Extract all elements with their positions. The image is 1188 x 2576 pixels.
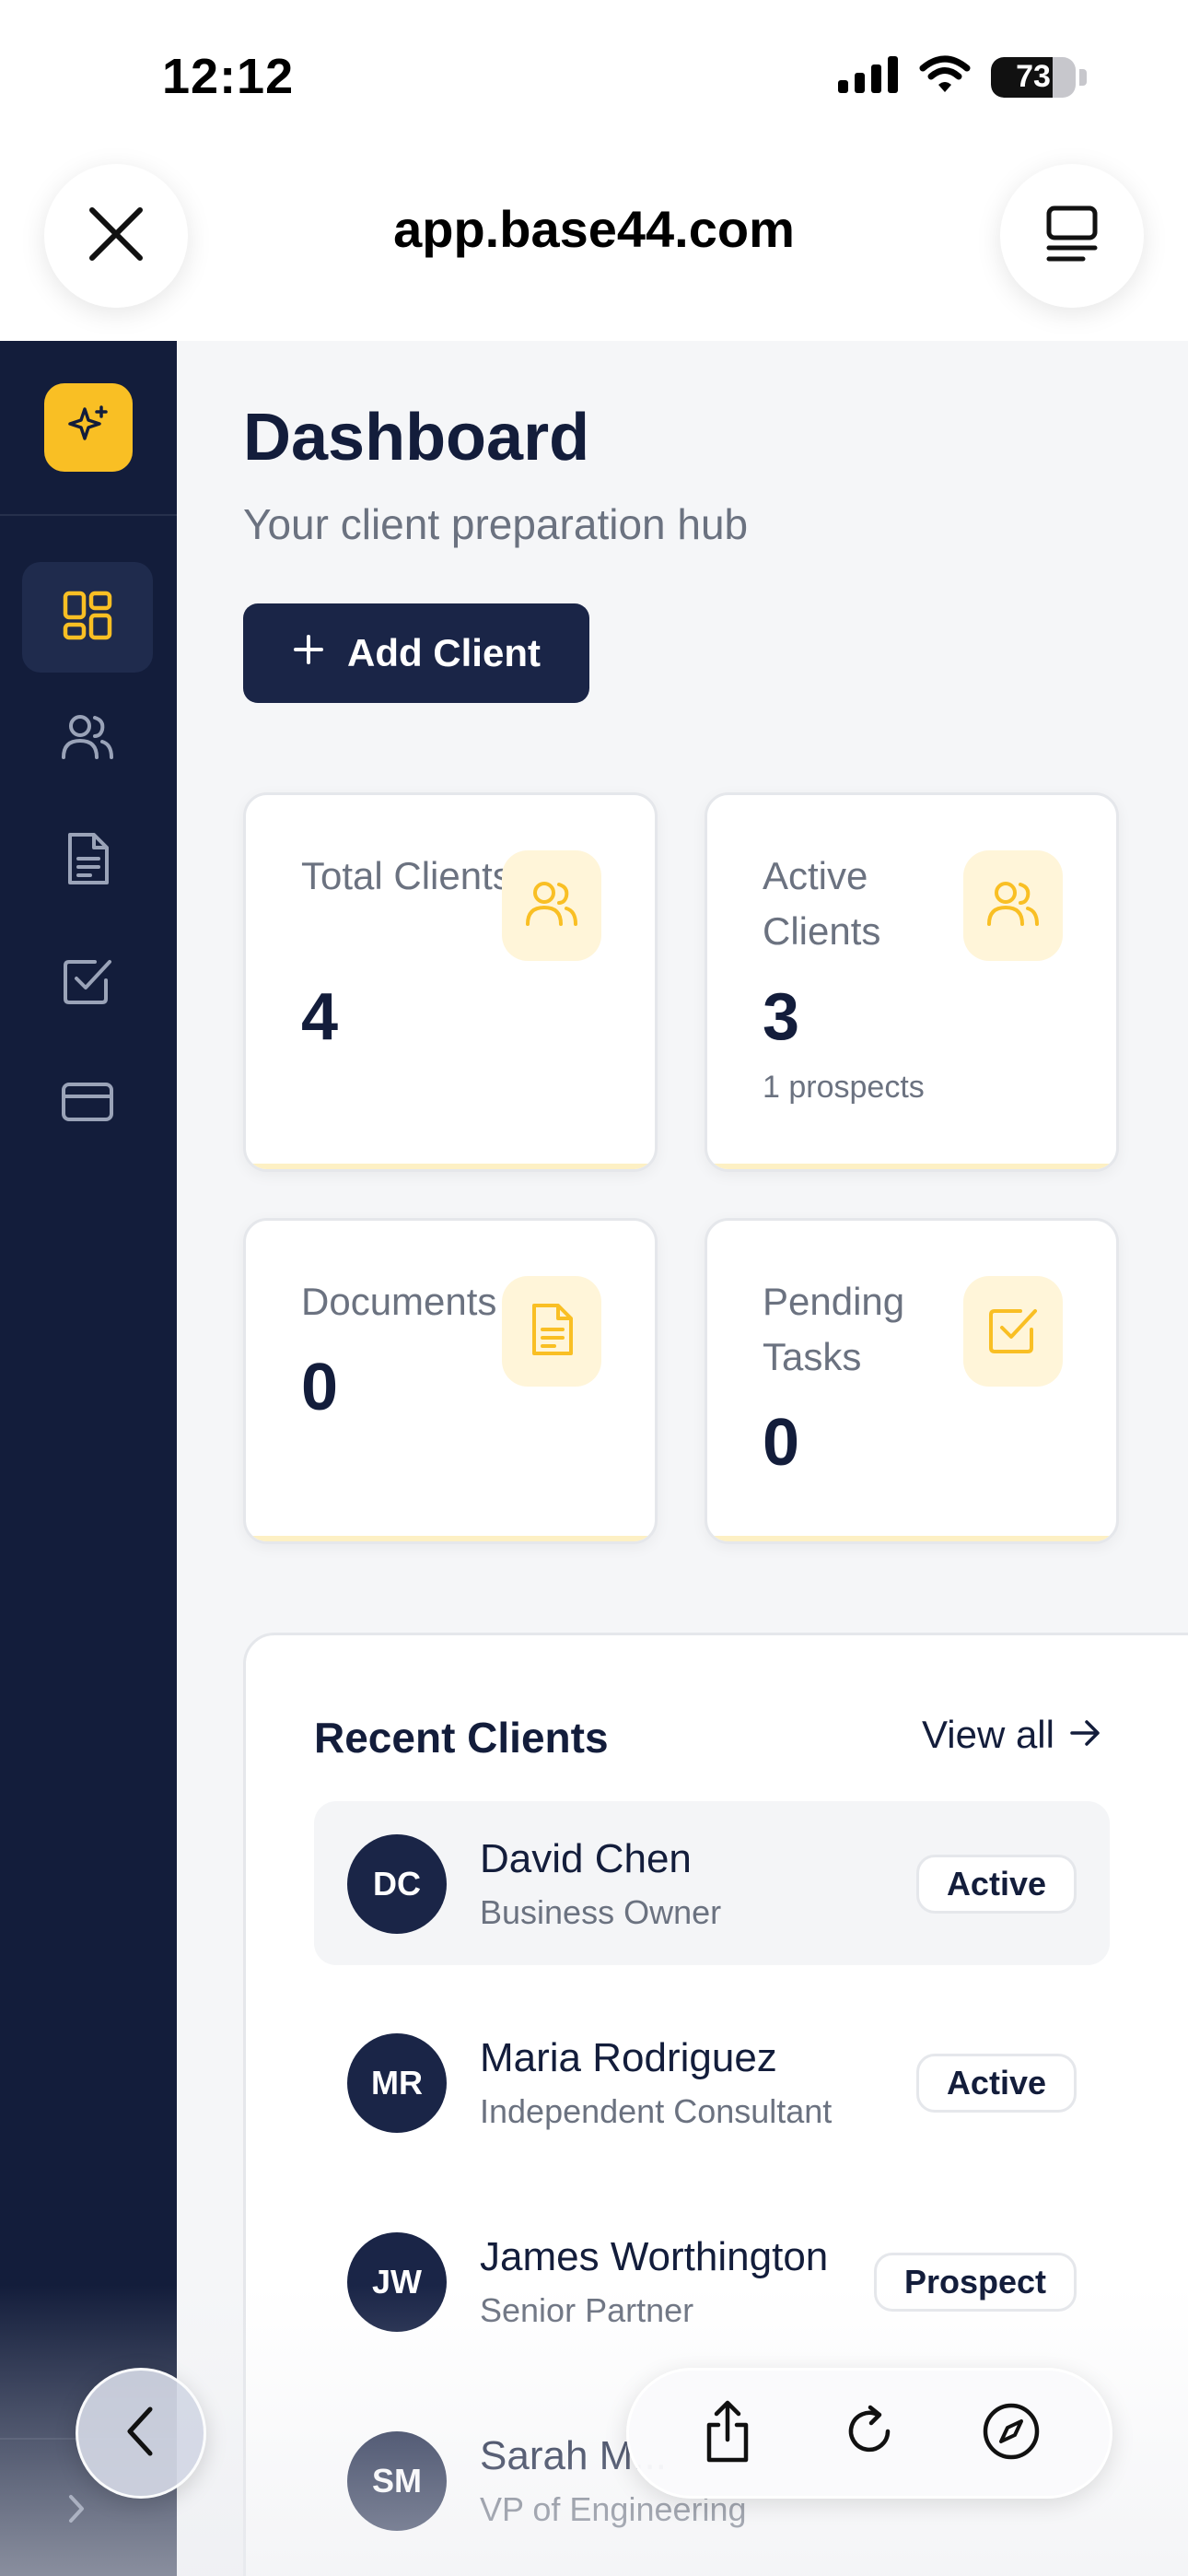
client-row[interactable]: MR Maria Rodriguez Independent Consultan… xyxy=(314,2000,1110,2164)
view-all-label: View all xyxy=(922,1713,1054,1756)
stat-icon-box xyxy=(502,850,601,961)
battery-icon: 73 xyxy=(991,56,1087,98)
app-logo[interactable] xyxy=(44,383,133,472)
status-badge: Active xyxy=(915,2054,1077,2113)
back-button[interactable] xyxy=(76,2368,206,2499)
sidebar-divider xyxy=(0,514,177,516)
page-title: Dashboard xyxy=(243,401,590,474)
stat-card-documents: Documents 0 xyxy=(243,1218,658,1544)
checkbox-icon xyxy=(987,1304,1039,1360)
stat-card-total-clients: Total Clients 4 xyxy=(243,792,658,1172)
stat-label: Documents xyxy=(301,1280,497,1323)
share-button[interactable] xyxy=(681,2387,774,2479)
users-icon xyxy=(60,711,115,767)
client-name: Maria Rodriguez xyxy=(480,2035,777,2080)
sidebar-item-billing[interactable] xyxy=(22,1048,153,1159)
page-subtitle: Your client preparation hub xyxy=(243,500,749,548)
sidebar xyxy=(0,341,177,2576)
avatar: JW xyxy=(347,2232,447,2332)
stat-icon-box xyxy=(502,1276,601,1387)
wifi-icon xyxy=(919,55,971,99)
browser-toolbar xyxy=(626,2368,1112,2499)
share-icon xyxy=(702,2399,753,2468)
stat-value: 0 xyxy=(301,1351,339,1424)
client-role: Business Owner xyxy=(480,1893,722,1931)
stat-value: 0 xyxy=(763,1406,800,1480)
users-icon xyxy=(985,878,1041,934)
users-icon xyxy=(524,878,579,934)
compass-button[interactable] xyxy=(965,2387,1057,2479)
tabs-button[interactable] xyxy=(1000,164,1144,308)
sparkles-icon xyxy=(64,402,112,454)
stat-value: 3 xyxy=(763,980,800,1054)
plus-icon xyxy=(292,631,325,675)
stat-note: 1 prospects xyxy=(763,1070,925,1105)
chevron-right-icon xyxy=(64,2493,89,2529)
document-icon xyxy=(64,831,111,891)
battery-level: 73 xyxy=(1016,59,1051,94)
stat-label: Active Clients xyxy=(763,854,881,953)
avatar: MR xyxy=(347,2033,447,2133)
status-bar: 12:12 73 xyxy=(0,0,1188,157)
stat-icon-box xyxy=(963,850,1063,961)
sidebar-item-clients[interactable] xyxy=(22,684,153,794)
add-client-label: Add Client xyxy=(347,631,541,674)
stat-card-pending-tasks: Pending Tasks 0 xyxy=(705,1218,1119,1544)
client-name: David Chen xyxy=(480,1836,692,1881)
client-role: Independent Consultant xyxy=(480,2092,833,2130)
client-row[interactable]: JW James Worthington Senior Partner Pros… xyxy=(314,2199,1110,2363)
status-time: 12:12 xyxy=(162,49,295,104)
sidebar-expand-button[interactable] xyxy=(53,2488,99,2534)
status-badge: Prospect xyxy=(873,2253,1077,2312)
reload-button[interactable] xyxy=(823,2387,915,2479)
client-name: James Worthington xyxy=(480,2234,829,2279)
stat-label: Total Clients xyxy=(301,854,512,897)
compass-icon xyxy=(981,2401,1042,2466)
tabs-icon xyxy=(1044,205,1100,267)
reload-icon xyxy=(841,2403,898,2465)
sidebar-item-tasks[interactable] xyxy=(22,927,153,1037)
status-badge: Active xyxy=(915,1855,1077,1914)
arrow-right-icon xyxy=(1069,1713,1102,1757)
view-all-link[interactable]: View all xyxy=(922,1713,1102,1757)
credit-card-icon xyxy=(61,1082,114,1127)
stat-label: Pending Tasks xyxy=(763,1280,905,1378)
checkbox-icon xyxy=(62,954,113,1011)
avatar: DC xyxy=(347,1834,447,1934)
recent-clients-title: Recent Clients xyxy=(314,1714,609,1762)
sidebar-item-dashboard[interactable] xyxy=(22,562,153,673)
add-client-button[interactable]: Add Client xyxy=(243,603,589,703)
chevron-left-icon xyxy=(122,2404,159,2464)
sidebar-item-documents[interactable] xyxy=(22,805,153,916)
main-content: Dashboard Your client preparation hub Ad… xyxy=(177,341,1188,2576)
avatar: SM xyxy=(347,2431,447,2531)
stat-card-active-clients: Active Clients 3 1 prospects xyxy=(705,792,1119,1172)
client-row[interactable]: DC David Chen Business Owner Active xyxy=(314,1801,1110,1965)
dashboard-icon xyxy=(62,590,113,646)
status-icons: 73 xyxy=(838,55,1087,99)
signal-icon xyxy=(838,56,899,98)
stat-icon-box xyxy=(963,1276,1063,1387)
document-icon xyxy=(529,1302,575,1362)
stat-value: 4 xyxy=(301,980,339,1054)
client-role: Senior Partner xyxy=(480,2291,694,2329)
browser-header: app.base44.com xyxy=(0,157,1188,341)
